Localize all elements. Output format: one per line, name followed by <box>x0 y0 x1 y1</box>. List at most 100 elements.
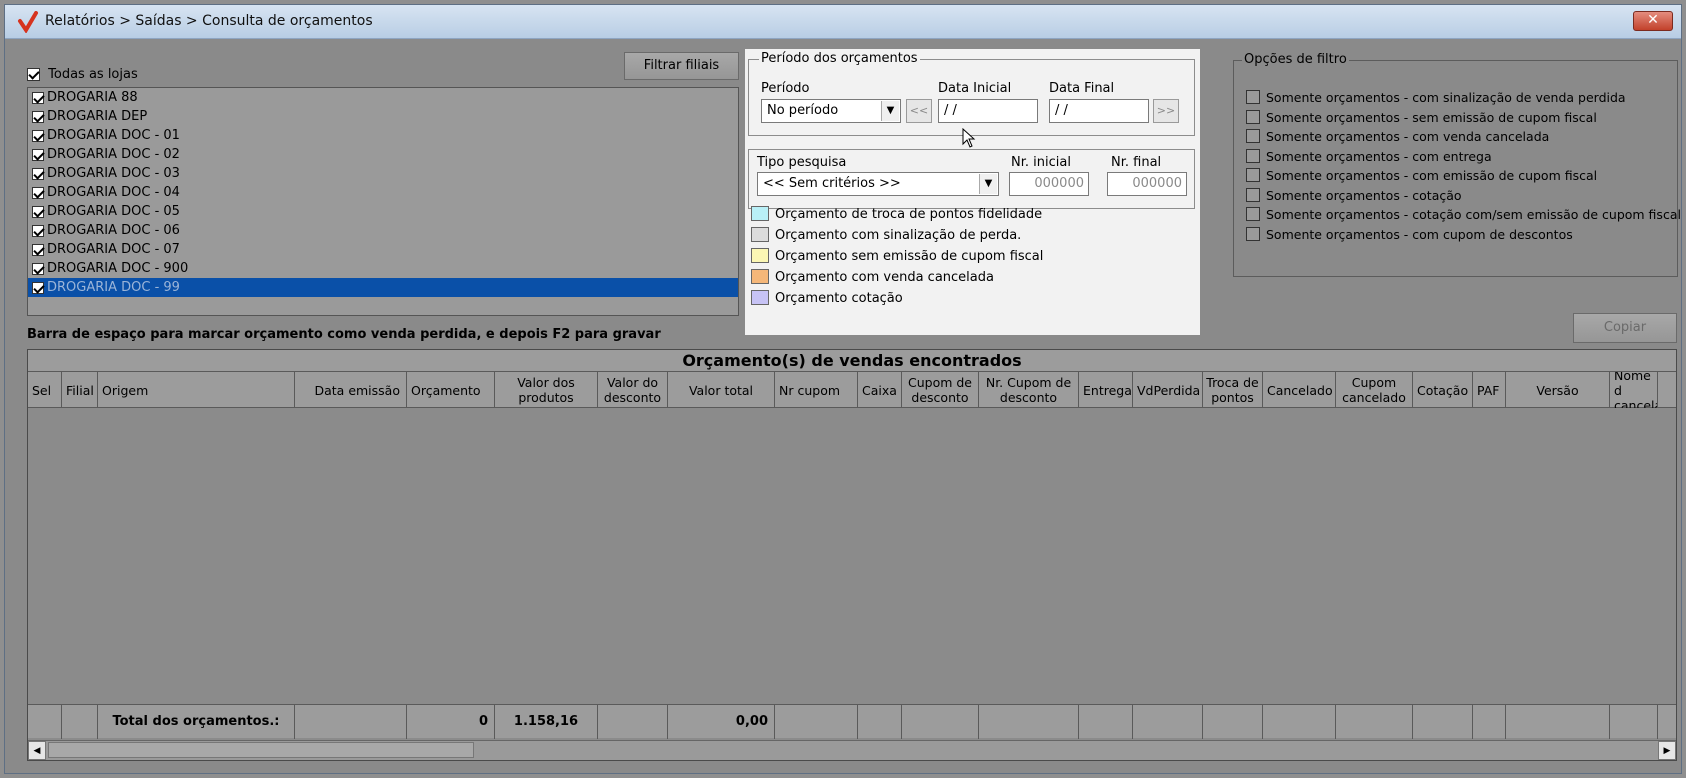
store-check-icon[interactable] <box>32 91 44 104</box>
grid-column-header[interactable]: Nr. Cupom de desconto <box>979 372 1079 408</box>
store-list-item[interactable]: DROGARIA DOC - 03 <box>28 164 738 183</box>
start-date-label: Data Inicial <box>938 81 1012 96</box>
filter-branches-button[interactable]: Filtrar filiais <box>624 52 739 80</box>
store-list-item[interactable]: DROGARIA DOC - 04 <box>28 183 738 202</box>
prev-date-button[interactable]: << <box>906 99 932 123</box>
grid-column-header[interactable]: PAF <box>1473 372 1506 408</box>
store-label: DROGARIA 88 <box>47 90 138 105</box>
grid-column-header[interactable]: Entrega <box>1079 372 1133 408</box>
grid-column-header[interactable]: Cupom de desconto <box>902 372 979 408</box>
store-list-item[interactable]: DROGARIA DOC - 02 <box>28 145 738 164</box>
filter-checkbox[interactable] <box>1246 207 1260 221</box>
filter-option-label: Somente orçamentos - com entrega <box>1266 148 1492 164</box>
grid-body[interactable] <box>28 408 1676 708</box>
start-date-input[interactable]: / / <box>938 99 1038 123</box>
period-group-title: Período dos orçamentos <box>759 51 920 66</box>
store-check-icon[interactable] <box>32 262 44 275</box>
store-list-item[interactable]: DROGARIA DOC - 99 <box>28 278 738 297</box>
filter-checkbox[interactable] <box>1246 109 1260 124</box>
grid-column-header[interactable]: Caixa <box>858 372 902 408</box>
chevron-down-icon[interactable]: ▼ <box>979 174 997 194</box>
grid-column-header[interactable]: Cancelado <box>1263 372 1336 408</box>
close-button[interactable]: ✕ <box>1633 11 1673 31</box>
store-check-icon[interactable] <box>32 281 44 294</box>
grid-total-cell <box>28 705 62 739</box>
store-check-icon[interactable] <box>32 243 44 256</box>
scroll-thumb[interactable] <box>48 742 474 758</box>
store-check-icon[interactable] <box>32 129 44 142</box>
mouse-cursor-icon <box>962 128 976 148</box>
grid-column-header[interactable]: VdPerdida <box>1133 372 1203 408</box>
grid-column-header[interactable]: Nr cupom <box>775 372 858 408</box>
filter-option[interactable]: Somente orçamentos - sem emissão de cupo… <box>1246 108 1597 128</box>
store-list-item[interactable]: DROGARIA DEP <box>28 107 738 126</box>
filter-checkbox[interactable] <box>1246 129 1260 143</box>
store-list-item[interactable]: DROGARIA DOC - 900 <box>28 259 738 278</box>
copy-button[interactable]: Copiar <box>1573 313 1677 343</box>
store-check-icon[interactable] <box>32 186 44 199</box>
store-list-item[interactable]: DROGARIA DOC - 05 <box>28 202 738 221</box>
filter-checkbox[interactable] <box>1246 148 1260 163</box>
scroll-right-icon[interactable]: ▶ <box>1658 741 1676 760</box>
filter-option[interactable]: Somente orçamentos - cotação <box>1246 186 1462 206</box>
grid-total-cell: 0 <box>407 705 495 739</box>
store-list-item[interactable]: DROGARIA DOC - 07 <box>28 240 738 259</box>
store-list-item[interactable]: DROGARIA DOC - 01 <box>28 126 738 145</box>
scroll-left-icon[interactable]: ◀ <box>28 741 46 760</box>
window-title: Relatórios > Saídas > Consulta de orçame… <box>45 13 373 29</box>
store-list[interactable]: DROGARIA 88 DROGARIA DEP DROGARIA DOC - 01… <box>27 87 739 316</box>
grid-total-cell <box>1610 705 1658 739</box>
horizontal-scrollbar[interactable]: ◀ ▶ <box>28 740 1676 760</box>
filter-checkbox[interactable] <box>1246 168 1260 182</box>
filter-option[interactable]: Somente orçamentos - com cupom de descon… <box>1246 225 1573 245</box>
filter-option[interactable]: Somente orçamentos - com sinalização de … <box>1246 88 1626 108</box>
filter-checkbox[interactable] <box>1246 90 1260 104</box>
grid-column-header[interactable]: Orçamento <box>407 372 495 408</box>
end-date-input[interactable]: / / <box>1049 99 1149 123</box>
filter-option-label: Somente orçamentos - com emissão de cupo… <box>1266 168 1598 183</box>
store-check-icon[interactable] <box>32 110 44 123</box>
store-list-item[interactable]: DROGARIA 88 <box>28 88 738 107</box>
grid-column-header[interactable]: Nome d cancela <box>1610 372 1658 408</box>
period-select[interactable]: No período ▼ <box>761 99 901 123</box>
legend-label: Orçamento com sinalização de perda. <box>775 228 1022 243</box>
next-date-button[interactable]: >> <box>1153 99 1179 123</box>
filter-option[interactable]: Somente orçamentos - cotação com/sem emi… <box>1246 205 1681 225</box>
store-check-icon[interactable] <box>32 148 44 161</box>
store-check-icon[interactable] <box>32 205 44 218</box>
grid-column-header[interactable]: Versão <box>1506 372 1610 408</box>
grid-column-header[interactable]: Sel <box>28 372 62 408</box>
search-type-select[interactable]: << Sem critérios >> ▼ <box>757 172 999 196</box>
grid-column-header[interactable]: Cotação <box>1413 372 1473 408</box>
filter-checkbox[interactable] <box>1246 187 1260 202</box>
filter-option[interactable]: Somente orçamentos - com venda cancelada <box>1246 127 1549 147</box>
nr-initial-input[interactable]: 000000 <box>1009 172 1089 196</box>
grid-column-header[interactable]: Valor do desconto <box>598 372 668 408</box>
legend-swatch <box>751 269 769 284</box>
all-stores-checkbox[interactable]: Todas as lojas <box>27 67 138 85</box>
all-stores-check-icon[interactable] <box>27 68 40 81</box>
filter-checkbox[interactable] <box>1246 226 1260 241</box>
store-check-icon[interactable] <box>32 167 44 180</box>
chevron-down-icon[interactable]: ▼ <box>881 101 899 121</box>
legend-swatch <box>751 248 769 263</box>
nr-final-label: Nr. final <box>1111 155 1162 170</box>
filter-option[interactable]: Somente orçamentos - com emissão de cupo… <box>1246 166 1597 186</box>
legend-label: Orçamento cotação <box>775 291 903 306</box>
store-list-item[interactable]: DROGARIA DOC - 06 <box>28 221 738 240</box>
grid-column-header[interactable]: Troca de pontos <box>1203 372 1263 408</box>
grid-column-header[interactable]: Cupom cancelado <box>1336 372 1413 408</box>
store-check-icon[interactable] <box>32 224 44 237</box>
legend-swatch <box>751 227 769 242</box>
nr-final-input[interactable]: 000000 <box>1107 172 1187 196</box>
grid-total-cell: 1.158,16 <box>495 705 598 739</box>
grid-column-header[interactable]: Data emissão <box>295 372 407 408</box>
grid-column-header[interactable]: Valor dos produtos <box>495 372 598 408</box>
results-grid[interactable]: Orçamento(s) de vendas encontrados Sel Fi… <box>27 349 1677 761</box>
grid-column-header[interactable]: Valor total <box>668 372 775 408</box>
grid-column-header[interactable]: Filial <box>62 372 98 408</box>
grid-column-header[interactable]: Origem <box>98 372 295 408</box>
grid-total-cell <box>598 705 668 739</box>
filter-option[interactable]: Somente orçamentos - com entrega <box>1246 147 1492 167</box>
store-label: DROGARIA DOC - 02 <box>47 147 180 162</box>
